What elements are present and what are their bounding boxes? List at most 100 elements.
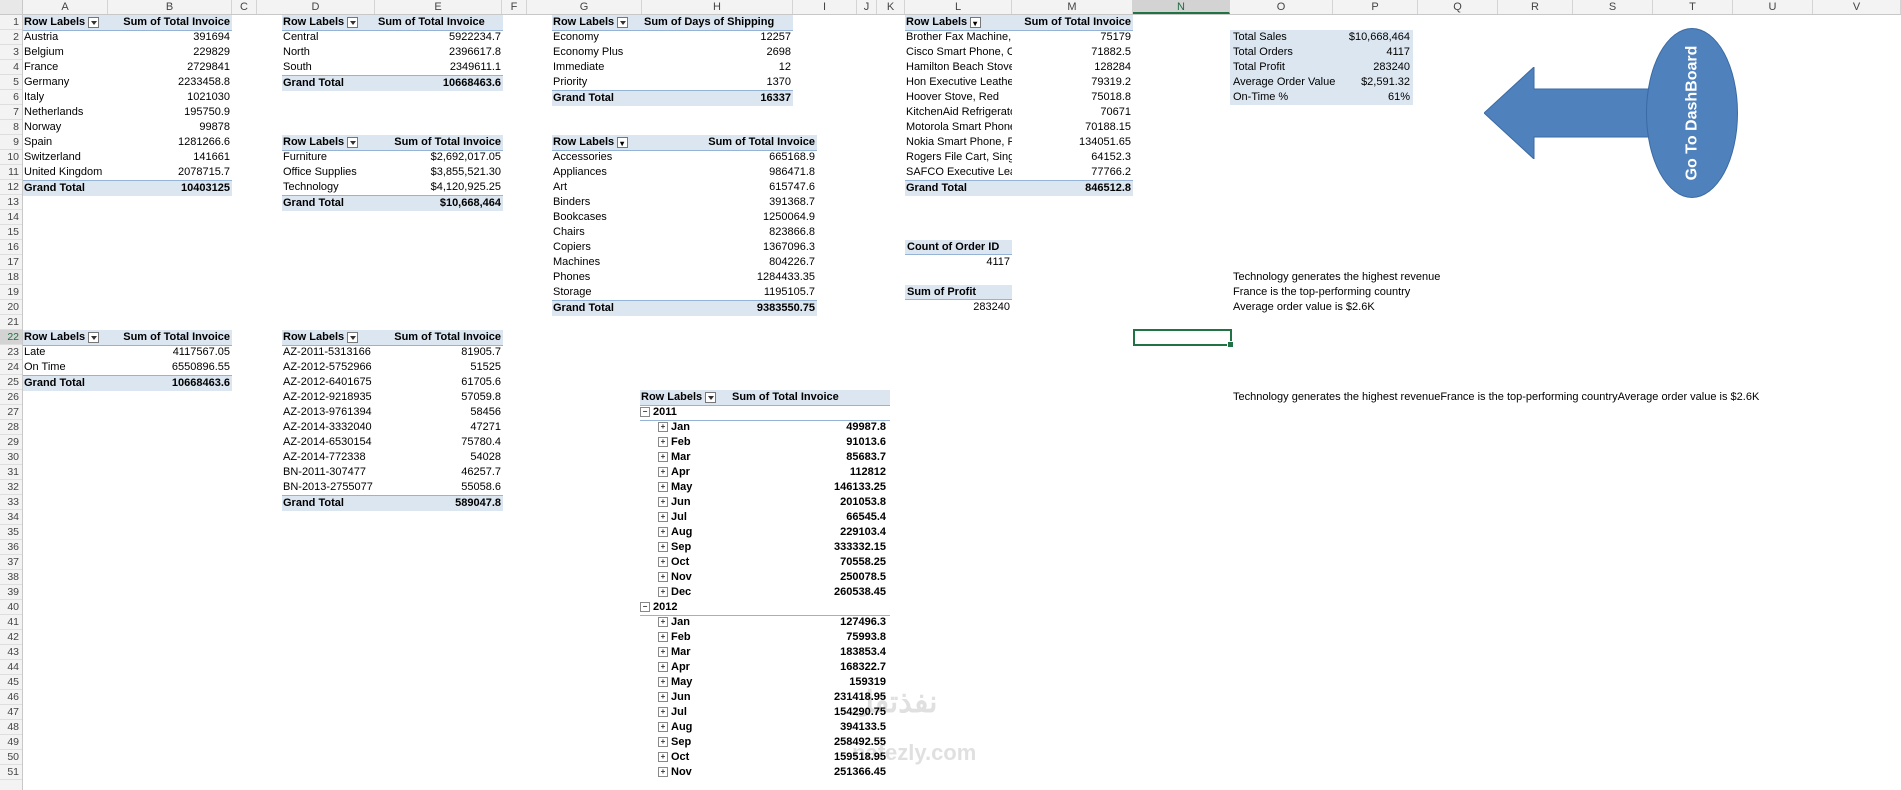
expand-icon[interactable]: + <box>658 632 668 643</box>
column-header-d[interactable]: D <box>257 0 375 14</box>
column-header-e[interactable]: E <box>375 0 502 14</box>
row-header-5[interactable]: 5 <box>0 75 22 90</box>
column-header-o[interactable]: O <box>1230 0 1333 14</box>
row-header-11[interactable]: 11 <box>0 165 22 180</box>
expand-icon[interactable]: + <box>658 542 668 553</box>
column-header-m[interactable]: M <box>1012 0 1133 14</box>
row-header-21[interactable]: 21 <box>0 315 22 330</box>
row-header-48[interactable]: 48 <box>0 720 22 735</box>
row-header-13[interactable]: 13 <box>0 195 22 210</box>
row-header-14[interactable]: 14 <box>0 210 22 225</box>
row-header-4[interactable]: 4 <box>0 60 22 75</box>
expand-icon[interactable]: + <box>658 572 668 583</box>
row-header-16[interactable]: 16 <box>0 240 22 255</box>
row-header-26[interactable]: 26 <box>0 390 22 405</box>
column-header-n[interactable]: N <box>1133 0 1230 14</box>
expand-icon[interactable]: + <box>658 677 668 688</box>
column-header-i[interactable]: I <box>793 0 857 14</box>
filter-dropdown-icon[interactable] <box>617 136 629 150</box>
column-header-t[interactable]: T <box>1653 0 1733 14</box>
filter-dropdown-icon[interactable] <box>970 16 982 30</box>
expand-icon[interactable]: + <box>658 707 668 718</box>
column-header-h[interactable]: H <box>642 0 793 14</box>
row-header-51[interactable]: 51 <box>0 765 22 780</box>
expand-icon[interactable]: + <box>658 482 668 493</box>
row-header-25[interactable]: 25 <box>0 375 22 390</box>
column-header-u[interactable]: U <box>1733 0 1813 14</box>
row-header-40[interactable]: 40 <box>0 600 22 615</box>
expand-icon[interactable]: + <box>658 497 668 508</box>
select-all-corner[interactable] <box>0 0 23 14</box>
collapse-icon[interactable]: − <box>640 407 650 418</box>
filter-dropdown-icon[interactable] <box>617 16 629 28</box>
expand-icon[interactable]: + <box>658 737 668 748</box>
expand-icon[interactable]: + <box>658 662 668 673</box>
column-header-j[interactable]: J <box>857 0 877 14</box>
expand-icon[interactable]: + <box>658 467 668 478</box>
expand-icon[interactable]: + <box>658 527 668 538</box>
expand-icon[interactable]: + <box>658 452 668 463</box>
column-header-s[interactable]: S <box>1573 0 1653 14</box>
row-header-1[interactable]: 1 <box>0 15 22 30</box>
column-header-a[interactable]: A <box>23 0 108 14</box>
year-group-row[interactable]: −2012 <box>640 600 890 616</box>
expand-icon[interactable]: + <box>658 617 668 628</box>
collapse-icon[interactable]: − <box>640 602 650 613</box>
expand-icon[interactable]: + <box>658 422 668 433</box>
row-header-19[interactable]: 19 <box>0 285 22 300</box>
filter-dropdown-icon[interactable] <box>347 136 359 148</box>
row-header-47[interactable]: 47 <box>0 705 22 720</box>
row-header-30[interactable]: 30 <box>0 450 22 465</box>
row-header-3[interactable]: 3 <box>0 45 22 60</box>
filter-dropdown-icon[interactable] <box>347 16 359 28</box>
row-header-10[interactable]: 10 <box>0 150 22 165</box>
row-header-29[interactable]: 29 <box>0 435 22 450</box>
column-header-g[interactable]: G <box>527 0 642 14</box>
row-header-6[interactable]: 6 <box>0 90 22 105</box>
row-header-35[interactable]: 35 <box>0 525 22 540</box>
row-header-39[interactable]: 39 <box>0 585 22 600</box>
row-header-32[interactable]: 32 <box>0 480 22 495</box>
filter-dropdown-icon[interactable] <box>88 16 100 28</box>
column-header-c[interactable]: C <box>232 0 257 14</box>
column-header-v[interactable]: V <box>1813 0 1901 14</box>
filter-dropdown-icon[interactable] <box>705 391 717 403</box>
row-header-7[interactable]: 7 <box>0 105 22 120</box>
row-header-36[interactable]: 36 <box>0 540 22 555</box>
row-header-44[interactable]: 44 <box>0 660 22 675</box>
row-header-38[interactable]: 38 <box>0 570 22 585</box>
expand-icon[interactable]: + <box>658 647 668 658</box>
row-header-15[interactable]: 15 <box>0 225 22 240</box>
row-header-20[interactable]: 20 <box>0 300 22 315</box>
row-header-49[interactable]: 49 <box>0 735 22 750</box>
row-header-46[interactable]: 46 <box>0 690 22 705</box>
expand-icon[interactable]: + <box>658 512 668 523</box>
row-header-8[interactable]: 8 <box>0 120 22 135</box>
row-header-37[interactable]: 37 <box>0 555 22 570</box>
row-header-42[interactable]: 42 <box>0 630 22 645</box>
expand-icon[interactable]: + <box>658 767 668 778</box>
expand-icon[interactable]: + <box>658 437 668 448</box>
row-header-22[interactable]: 22 <box>0 330 22 345</box>
column-header-q[interactable]: Q <box>1418 0 1498 14</box>
row-header-9[interactable]: 9 <box>0 135 22 150</box>
expand-icon[interactable]: + <box>658 587 668 598</box>
row-header-27[interactable]: 27 <box>0 405 22 420</box>
row-header-41[interactable]: 41 <box>0 615 22 630</box>
filter-dropdown-icon[interactable] <box>88 331 100 343</box>
left-arrow-shape[interactable] <box>1484 67 1649 159</box>
filter-dropdown-icon[interactable] <box>347 331 359 343</box>
row-header-34[interactable]: 34 <box>0 510 22 525</box>
column-header-f[interactable]: F <box>502 0 527 14</box>
row-header-43[interactable]: 43 <box>0 645 22 660</box>
row-header-31[interactable]: 31 <box>0 465 22 480</box>
column-header-b[interactable]: B <box>108 0 232 14</box>
column-header-r[interactable]: R <box>1498 0 1573 14</box>
go-to-dashboard-button[interactable]: Go To DashBoard <box>1646 28 1738 198</box>
column-header-p[interactable]: P <box>1333 0 1418 14</box>
row-header-2[interactable]: 2 <box>0 30 22 45</box>
expand-icon[interactable]: + <box>658 752 668 763</box>
expand-icon[interactable]: + <box>658 557 668 568</box>
row-header-18[interactable]: 18 <box>0 270 22 285</box>
year-group-row[interactable]: −2011 <box>640 405 890 421</box>
